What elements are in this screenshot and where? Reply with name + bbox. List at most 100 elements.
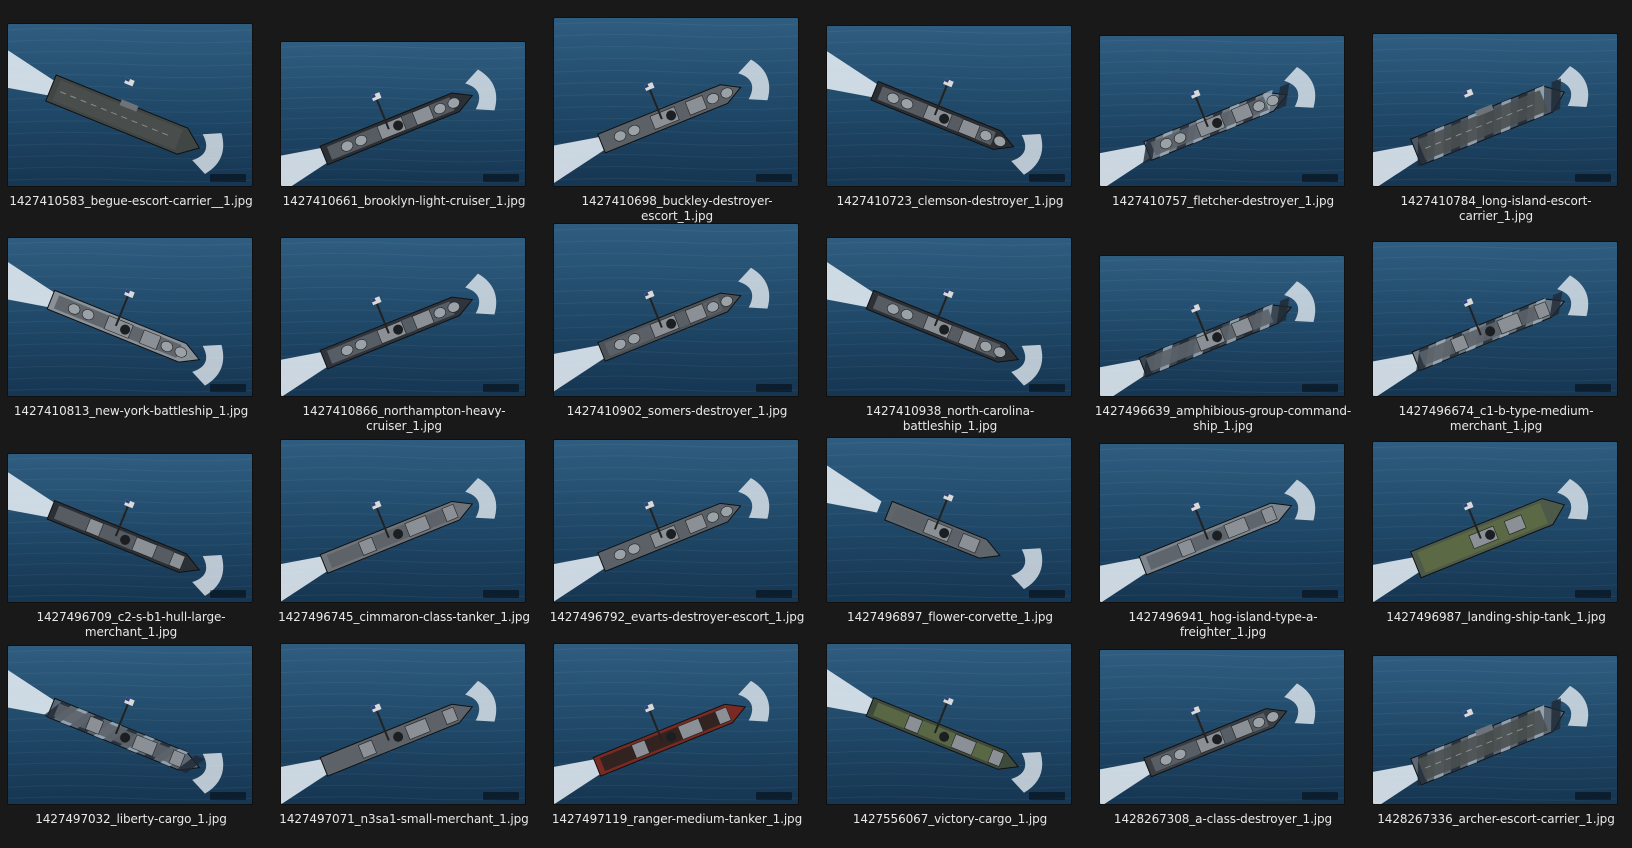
ship-image[interactable] (8, 454, 252, 602)
ship-render-destroyer (554, 440, 798, 602)
thumbnail-frame (281, 628, 525, 804)
ship-render-carrier (8, 24, 252, 186)
watermark-logo (210, 174, 246, 182)
ship-image[interactable] (1373, 442, 1617, 602)
watermark-logo (210, 384, 246, 392)
ship-image[interactable] (554, 440, 798, 602)
ship-image[interactable] (554, 644, 798, 804)
thumbnail-frame (8, 628, 252, 804)
ship-image[interactable] (554, 224, 798, 396)
ship-image[interactable] (281, 42, 525, 186)
file-name-label: 1427497032_liberty-cargo_1.jpg (35, 812, 227, 826)
ship-render-carrier (1373, 34, 1617, 186)
file-name-label: 1427496987_landing-ship-tank_1.jpg (1386, 610, 1606, 624)
watermark-logo (483, 384, 519, 392)
ship-image[interactable] (281, 440, 525, 602)
thumbnail-frame (8, 10, 252, 186)
file-name-label: 1427496792_evarts-destroyer-escort_1.jpg (549, 610, 805, 624)
file-name-label: 1427556067_victory-cargo_1.jpg (852, 812, 1048, 826)
watermark-logo (1302, 174, 1338, 182)
thumbnail-frame (281, 426, 525, 602)
file-name-label: 1427410757_fletcher-destroyer_1.jpg (1112, 194, 1334, 208)
thumbnail-frame (1100, 220, 1344, 396)
ship-image[interactable] (8, 646, 252, 804)
file-name-label: 1427496897_flower-corvette_1.jpg (847, 610, 1053, 624)
ship-image[interactable] (1100, 256, 1344, 396)
thumbnail-frame (1100, 426, 1344, 602)
ship-render-merchant (8, 454, 252, 602)
ship-image[interactable] (827, 238, 1071, 396)
file-name-label: 1427410723_clemson-destroyer_1.jpg (836, 194, 1064, 208)
ship-image[interactable] (827, 26, 1071, 186)
ship-render-cruiser (281, 42, 525, 186)
ship-image[interactable] (554, 18, 798, 186)
thumbnail-grid: 1427410583_begue-escort-carrier__1.jpg 14… (0, 0, 1632, 848)
thumbnail-frame (554, 220, 798, 396)
thumbnail-frame (1373, 220, 1617, 396)
watermark-logo (1575, 384, 1611, 392)
watermark-logo (756, 174, 792, 182)
ship-render-merchant (1100, 444, 1344, 602)
thumbnail-frame (554, 10, 798, 186)
thumbnail-frame (281, 220, 525, 396)
file-name-label: 1427497071_n3sa1-small-merchant_1.jpg (279, 812, 529, 826)
thumbnail-frame (1373, 426, 1617, 602)
ship-render-carrier (1373, 656, 1617, 804)
ship-render-lst (1373, 442, 1617, 602)
ship-image[interactable] (1373, 34, 1617, 186)
watermark-logo (1302, 384, 1338, 392)
ship-render-destroyer (554, 18, 798, 186)
watermark-logo (756, 792, 792, 800)
ship-render-destroyer (1100, 650, 1344, 804)
watermark-logo (1302, 792, 1338, 800)
ship-image[interactable] (1100, 444, 1344, 602)
file-name-label: 1428267336_archer-escort-carrier_1.jpg (1377, 812, 1615, 826)
watermark-logo (210, 590, 246, 598)
watermark-logo (1575, 590, 1611, 598)
ship-image[interactable] (827, 438, 1071, 602)
watermark-logo (1029, 792, 1065, 800)
watermark-logo (210, 792, 246, 800)
ship-render-merchant (281, 644, 525, 804)
thumbnail-frame (1373, 628, 1617, 804)
watermark-logo (1575, 174, 1611, 182)
watermark-logo (483, 174, 519, 182)
thumbnail-frame (8, 220, 252, 396)
ship-render-tanker (281, 440, 525, 602)
thumbnail-frame (1100, 10, 1344, 186)
watermark-logo (756, 384, 792, 392)
ship-render-command (1100, 256, 1344, 396)
thumbnail-frame (1373, 10, 1617, 186)
ship-render-battleship (827, 238, 1071, 396)
ship-render-destroyer (1100, 36, 1344, 186)
ship-image[interactable] (8, 24, 252, 186)
watermark-logo (756, 590, 792, 598)
ship-render-merchant (8, 646, 252, 804)
thumbnail-frame (827, 10, 1071, 186)
thumbnail-frame (554, 628, 798, 804)
watermark-logo (1029, 174, 1065, 182)
ship-image[interactable] (1100, 650, 1344, 804)
ship-image[interactable] (1373, 242, 1617, 396)
file-name-label: 1427410813_new-york-battleship_1.jpg (13, 404, 249, 418)
file-name-label: 1428267308_a-class-destroyer_1.jpg (1113, 812, 1333, 826)
watermark-logo (1575, 792, 1611, 800)
thumbnail-frame (554, 426, 798, 602)
ship-image[interactable] (1373, 656, 1617, 804)
ship-render-battleship (8, 238, 252, 396)
ship-image[interactable] (281, 644, 525, 804)
thumbnail-frame (827, 628, 1071, 804)
ship-image[interactable] (1100, 36, 1344, 186)
ship-render-tanker (554, 644, 798, 804)
ship-render-destroyer (554, 224, 798, 396)
ship-render-merchant (1373, 242, 1617, 396)
watermark-logo (1302, 590, 1338, 598)
ship-image[interactable] (281, 238, 525, 396)
ship-image[interactable] (8, 238, 252, 396)
thumbnail-frame (281, 10, 525, 186)
watermark-logo (483, 590, 519, 598)
watermark-logo (1029, 384, 1065, 392)
ship-image[interactable] (827, 644, 1071, 804)
thumbnail-frame (8, 426, 252, 602)
file-name-label: 1427496745_cimmaron-class-tanker_1.jpg (278, 610, 530, 624)
